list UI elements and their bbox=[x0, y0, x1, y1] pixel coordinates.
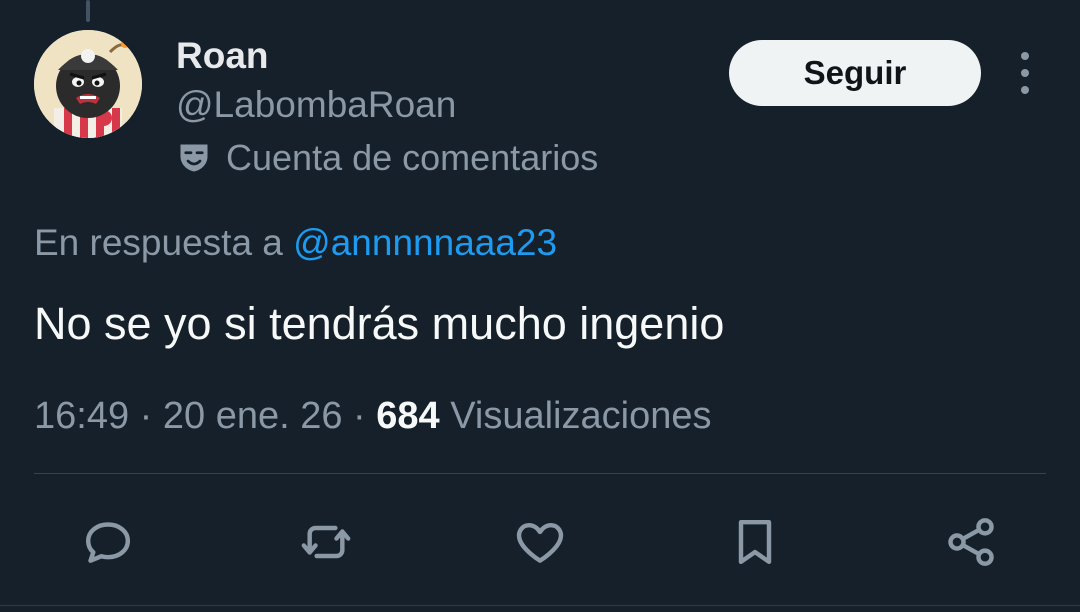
avatar[interactable] bbox=[34, 30, 142, 138]
reply-context: En respuesta a @annnnnaaa23 bbox=[34, 220, 557, 266]
tweet-detail: Roan @LabombaRoan Cuenta de comentarios … bbox=[0, 0, 1080, 612]
action-bar bbox=[0, 512, 1080, 572]
more-options-icon[interactable] bbox=[1008, 52, 1042, 94]
tweet-time[interactable]: 16:49 bbox=[34, 395, 129, 437]
tweet-date[interactable]: 20 ene. 26 bbox=[163, 395, 343, 437]
user-handle[interactable]: @LabombaRoan bbox=[176, 83, 598, 127]
bottom-divider bbox=[0, 605, 1080, 606]
views-label[interactable]: Visualizaciones bbox=[450, 395, 711, 437]
bookmark-button[interactable] bbox=[725, 512, 785, 572]
theater-mask-icon bbox=[176, 140, 212, 176]
avatar-image bbox=[34, 30, 142, 138]
retweet-button[interactable] bbox=[296, 512, 356, 572]
author-block: Roan @LabombaRoan Cuenta de comentarios bbox=[176, 34, 598, 180]
account-label: Cuenta de comentarios bbox=[176, 136, 598, 180]
heart-icon bbox=[516, 522, 564, 563]
follow-button[interactable]: Seguir bbox=[729, 40, 981, 106]
divider bbox=[34, 473, 1046, 474]
tweet-text: No se yo si tendrás mucho ingenio bbox=[34, 298, 725, 349]
tweet-metadata: 16:49 · 20 ene. 26 · 684 Visualizaciones bbox=[34, 393, 711, 439]
reply-button[interactable] bbox=[78, 512, 138, 572]
thread-connector-line bbox=[86, 0, 90, 22]
meta-separator: · bbox=[139, 395, 153, 437]
bookmark-icon bbox=[738, 519, 772, 565]
reply-mention-link[interactable]: @annnnnaaa23 bbox=[293, 222, 557, 263]
account-label-text: Cuenta de comentarios bbox=[226, 137, 599, 178]
meta-separator: · bbox=[353, 395, 366, 437]
retweet-icon bbox=[301, 525, 351, 559]
share-button[interactable] bbox=[941, 512, 1001, 572]
views-count[interactable]: 684 bbox=[376, 395, 439, 437]
reply-icon bbox=[85, 522, 131, 563]
share-icon bbox=[948, 518, 994, 566]
display-name[interactable]: Roan bbox=[176, 34, 598, 78]
like-button[interactable] bbox=[510, 512, 570, 572]
reply-prefix: En respuesta a bbox=[34, 222, 283, 263]
